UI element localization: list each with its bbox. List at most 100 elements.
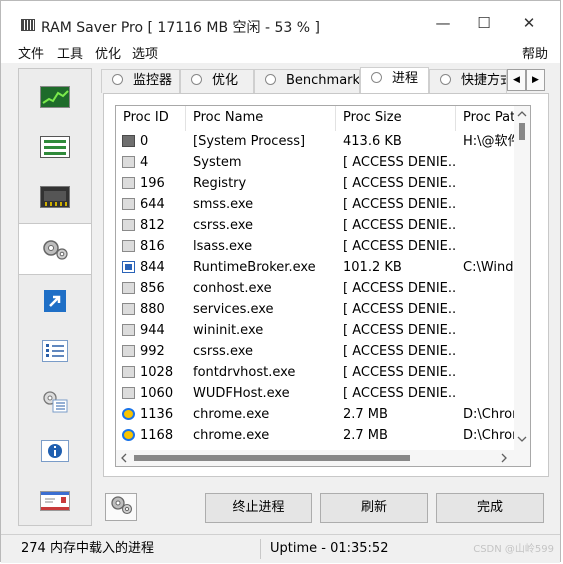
menu-file[interactable]: 文件 <box>18 43 44 62</box>
process-settings-button[interactable] <box>105 493 137 521</box>
tab-optimize[interactable]: 优化 <box>180 69 254 93</box>
generic-process-icon <box>122 345 135 357</box>
tab-radio-icon <box>371 72 382 83</box>
tab-processes[interactable]: 进程 <box>360 67 429 93</box>
table-row[interactable]: 816 lsass.exe [ ACCESS DENIE... <box>116 236 514 257</box>
table-row[interactable]: 844 RuntimeBroker.exe 101.2 KB C:\Windo <box>116 257 514 278</box>
cell-proc-path <box>463 362 514 383</box>
sidebar-item-monitor[interactable] <box>19 71 91 123</box>
close-button[interactable]: ✕ <box>514 11 544 35</box>
sidebar-item-checklist[interactable] <box>19 325 91 377</box>
cell-proc-id: 844 <box>140 260 165 275</box>
title-bar[interactable]: RAM Saver Pro [ 17116 MB 空闲 - 53 % ] — ☐… <box>1 1 560 39</box>
table-row[interactable]: 880 services.exe [ ACCESS DENIE... <box>116 299 514 320</box>
app-icon <box>21 19 35 31</box>
table-row[interactable]: 812 csrss.exe [ ACCESS DENIE... <box>116 215 514 236</box>
table-row[interactable]: 644 smss.exe [ ACCESS DENIE... <box>116 194 514 215</box>
generic-process-icon <box>122 387 135 399</box>
vertical-scrollbar[interactable] <box>514 106 530 450</box>
cell-proc-size: [ ACCESS DENIE... <box>343 281 456 296</box>
cell-proc-id: 4 <box>140 155 149 170</box>
sidebar-item-memory[interactable] <box>19 171 91 223</box>
sidebar-item-processes[interactable] <box>19 223 91 275</box>
settings-list-icon <box>40 390 70 413</box>
tab-shortcuts[interactable]: 快捷方式 <box>429 69 507 93</box>
table-row[interactable]: 992 csrss.exe [ ACCESS DENIE... <box>116 341 514 362</box>
cell-proc-name: csrss.exe <box>193 344 254 359</box>
menu-help[interactable]: 帮助 <box>522 43 548 62</box>
column-header-proc-name[interactable]: Proc Name <box>186 106 336 131</box>
table-row[interactable]: 944 wininit.exe [ ACCESS DENIE... <box>116 320 514 341</box>
table-row[interactable]: 1168 chrome.exe 2.7 MB D:\Chron <box>116 425 514 446</box>
sidebar <box>18 68 92 526</box>
cell-proc-id: 812 <box>140 218 165 233</box>
sidebar-item-shortcuts[interactable] <box>19 275 91 327</box>
tab-radio-icon <box>265 74 276 85</box>
table-row[interactable]: 1136 chrome.exe 2.7 MB D:\Chron <box>116 404 514 425</box>
horizontal-scrollbar[interactable] <box>116 450 514 466</box>
cell-proc-id: 0 <box>140 134 149 149</box>
cell-proc-id: 944 <box>140 323 165 338</box>
cell-proc-path <box>463 152 514 173</box>
cell-proc-name: conhost.exe <box>193 281 272 296</box>
table-row[interactable]: 1060 WUDFHost.exe [ ACCESS DENIE... <box>116 383 514 404</box>
maximize-button[interactable]: ☐ <box>469 11 499 35</box>
tab-strip: 监控器 优化 Benchmark 进程 快捷方式 ◀ ▶ <box>101 67 548 93</box>
tab-label: 进程 <box>392 71 419 86</box>
sidebar-item-list[interactable] <box>19 121 91 173</box>
cell-proc-path: D:\Chron <box>463 428 514 443</box>
monitor-chart-icon <box>40 86 70 108</box>
tab-label: 优化 <box>212 73 239 88</box>
cell-proc-id: 196 <box>140 176 165 191</box>
column-header-proc-path[interactable]: Proc Pat <box>456 106 516 131</box>
column-header-proc-id[interactable]: Proc ID <box>116 106 186 131</box>
refresh-button[interactable]: 刷新 <box>320 493 428 523</box>
table-row[interactable]: 856 conhost.exe [ ACCESS DENIE... <box>116 278 514 299</box>
cell-proc-id: 856 <box>140 281 165 296</box>
cell-proc-size: [ ACCESS DENIE... <box>343 302 456 317</box>
cell-proc-name: fontdrvhost.exe <box>193 365 296 380</box>
process-list[interactable]: Proc ID Proc Name Proc Size Proc Pat 0 [S… <box>115 105 531 467</box>
table-row[interactable]: 4 System [ ACCESS DENIE... <box>116 152 514 173</box>
process-list-header: Proc ID Proc Name Proc Size Proc Pat <box>116 106 530 131</box>
kill-process-button[interactable]: 终止进程 <box>205 493 312 523</box>
tab-radio-icon <box>440 74 451 85</box>
tab-benchmark[interactable]: Benchmark <box>254 69 360 93</box>
sidebar-item-mail[interactable] <box>19 475 91 527</box>
cell-proc-name: RuntimeBroker.exe <box>193 260 316 275</box>
tab-scroll-left-icon[interactable]: ◀ <box>507 69 526 91</box>
menu-tools[interactable]: 工具 <box>57 43 83 62</box>
table-row[interactable]: 1028 fontdrvhost.exe [ ACCESS DENIE... <box>116 362 514 383</box>
status-divider <box>260 539 261 559</box>
checklist-icon <box>42 340 68 362</box>
table-row[interactable]: 196 Registry [ ACCESS DENIE... <box>116 173 514 194</box>
cell-proc-name: System <box>193 155 242 170</box>
shortcut-arrow-icon <box>44 290 66 312</box>
cell-proc-id: 816 <box>140 239 165 254</box>
cell-proc-path: C:\Windo <box>463 260 514 275</box>
cell-proc-path: H:\@软件 <box>463 134 514 149</box>
generic-process-icon <box>122 303 135 315</box>
minimize-button[interactable]: — <box>428 11 458 35</box>
sidebar-item-info[interactable] <box>19 425 91 477</box>
menu-bar: 文件 工具 优化 选项 帮助 <box>1 39 560 63</box>
sidebar-item-settings[interactable] <box>19 375 91 427</box>
cell-proc-size: [ ACCESS DENIE... <box>343 176 456 191</box>
cell-proc-name: csrss.exe <box>193 218 254 233</box>
column-header-proc-size[interactable]: Proc Size <box>336 106 456 131</box>
cell-proc-name: [System Process] <box>193 134 306 149</box>
cell-proc-size: 413.6 KB <box>343 134 402 149</box>
cell-proc-id: 992 <box>140 344 165 359</box>
tab-monitor[interactable]: 监控器 <box>101 69 180 93</box>
cell-proc-id: 1060 <box>140 386 174 401</box>
menu-optimize[interactable]: 优化 <box>95 43 121 62</box>
cell-proc-size: [ ACCESS DENIE... <box>343 386 456 401</box>
menu-options[interactable]: 选项 <box>132 43 158 62</box>
cell-proc-name: wininit.exe <box>193 323 264 338</box>
mail-icon <box>40 491 70 511</box>
table-row[interactable]: 0 [System Process] 413.6 KB H:\@软件 <box>116 131 514 152</box>
memory-chip-icon <box>40 186 70 208</box>
app-window: RAM Saver Pro [ 17116 MB 空闲 - 53 % ] — ☐… <box>0 0 561 563</box>
done-button[interactable]: 完成 <box>436 493 544 523</box>
tab-scroll-right-icon[interactable]: ▶ <box>526 69 545 91</box>
